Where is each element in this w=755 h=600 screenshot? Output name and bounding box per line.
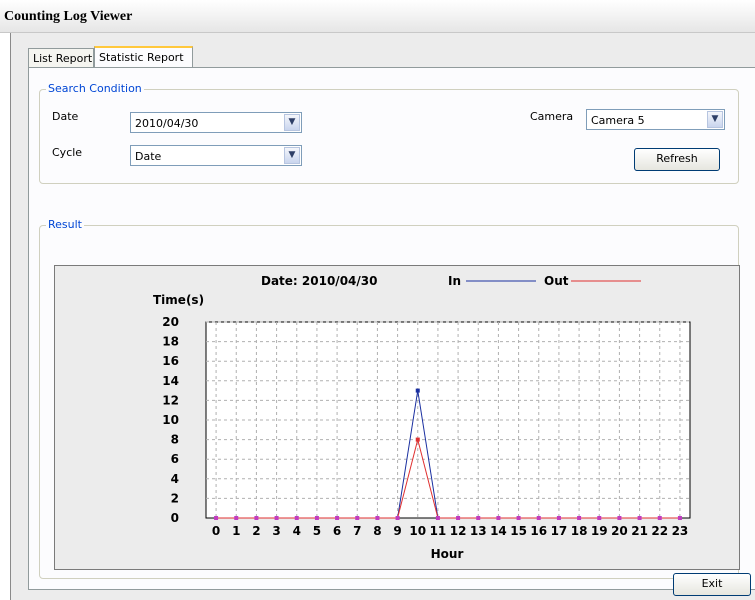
- chevron-down-icon[interactable]: ▼: [707, 111, 723, 128]
- data-point: [375, 516, 380, 520]
- y-tick-label: 8: [171, 433, 179, 447]
- date-dropdown[interactable]: 2010/04/30 ▼: [130, 112, 302, 133]
- chevron-down-icon[interactable]: ▼: [284, 114, 300, 131]
- x-tick-label: 4: [293, 524, 301, 538]
- tab-panel: Search Condition Date 2010/04/30 ▼ Cycle…: [28, 67, 755, 590]
- data-point: [597, 516, 602, 520]
- x-tick-label: 13: [470, 524, 487, 538]
- x-tick-label: 9: [393, 524, 401, 538]
- tab-label: List Report: [33, 52, 93, 65]
- camera-label: Camera: [530, 110, 574, 123]
- main-window: List Report Statistic Report Search Cond…: [10, 33, 755, 600]
- y-tick-label: 2: [171, 491, 179, 505]
- data-point: [577, 516, 582, 520]
- data-point: [476, 516, 481, 520]
- x-tick-label: 23: [672, 524, 689, 538]
- y-tick-label: 0: [171, 511, 179, 525]
- refresh-button[interactable]: Refresh: [634, 148, 720, 171]
- data-point: [355, 516, 360, 520]
- data-point: [496, 516, 501, 520]
- legend-label: Out: [544, 274, 569, 288]
- exit-button[interactable]: Exit: [673, 573, 751, 596]
- camera-dropdown[interactable]: Camera 5 ▼: [586, 109, 725, 130]
- data-point: [395, 516, 400, 520]
- y-tick-label: 18: [162, 335, 179, 349]
- y-tick-label: 20: [162, 315, 179, 329]
- x-tick-label: 18: [571, 524, 588, 538]
- x-tick-label: 11: [430, 524, 447, 538]
- legend-label: In: [448, 274, 461, 288]
- cycle-dropdown[interactable]: Date ▼: [130, 145, 302, 166]
- data-point: [617, 516, 622, 520]
- data-point: [657, 516, 662, 520]
- x-tick-label: 12: [450, 524, 467, 538]
- y-tick-label: 4: [171, 472, 179, 486]
- group-label: Result: [46, 218, 84, 231]
- x-tick-label: 19: [591, 524, 608, 538]
- chart-title: Date: 2010/04/30: [261, 274, 377, 288]
- result-group: Result 0 2 4 6 8 10 12 14 16 18 20 0 1 2 3 4 5 6 7 8 9 10 11 12…: [39, 218, 740, 579]
- data-point: [214, 516, 219, 520]
- data-point: [335, 516, 340, 520]
- x-tick-label: 3: [272, 524, 280, 538]
- tab-statistic-report[interactable]: Statistic Report: [94, 46, 193, 68]
- date-value: 2010/04/30: [135, 117, 199, 130]
- x-tick-label: 8: [373, 524, 381, 538]
- x-tick-label: 15: [510, 524, 527, 538]
- x-axis-label: Hour: [431, 547, 464, 561]
- x-tick-label: 5: [313, 524, 321, 538]
- line-chart: 024681012141618200 1 2 3 4 5 6 7 8 9 10 11 12 13 14 15 1…: [153, 274, 691, 561]
- x-tick-label: 6: [333, 524, 341, 538]
- data-point: [536, 516, 541, 520]
- data-point: [556, 516, 561, 520]
- x-tick-label: 16: [530, 524, 547, 538]
- tab-list-report[interactable]: List Report: [28, 48, 94, 67]
- x-tick-label: 21: [631, 524, 648, 538]
- data-point: [456, 516, 461, 520]
- x-tick-label: 7: [353, 524, 361, 538]
- data-point: [234, 516, 239, 520]
- chevron-down-icon[interactable]: ▼: [284, 147, 300, 164]
- y-tick-label: 12: [162, 393, 179, 407]
- y-axis-label: Time(s): [153, 293, 204, 307]
- y-tick-label: 10: [162, 413, 179, 427]
- y-tick-label: 16: [162, 354, 179, 368]
- cycle-label: Cycle: [52, 146, 83, 159]
- x-tick-label: 2: [252, 524, 260, 538]
- data-point: [415, 388, 420, 393]
- camera-value: Camera 5: [591, 114, 645, 127]
- title-bar: Counting Log Viewer: [0, 0, 755, 33]
- cycle-value: Date: [135, 150, 162, 163]
- x-tick-label: 20: [611, 524, 628, 538]
- data-point: [677, 516, 682, 520]
- x-tick-label: 0: [212, 524, 220, 538]
- data-point: [314, 516, 319, 520]
- x-tick-label: 14: [490, 524, 507, 538]
- data-point: [254, 516, 259, 520]
- x-tick-label: 10: [409, 524, 426, 538]
- x-tick-label: 17: [551, 524, 568, 538]
- data-point: [516, 516, 521, 520]
- x-tick-label: 1: [232, 524, 240, 538]
- y-tick-label: 6: [171, 452, 179, 466]
- y-tick-label: 14: [162, 374, 179, 388]
- data-point: [415, 437, 420, 442]
- chart-area: 0 2 4 6 8 10 12 14 16 18 20 0 1 2 3 4 5 6 7 8 9 10 11 12 13 14 15 1…: [54, 265, 740, 570]
- window-title: Counting Log Viewer: [4, 9, 133, 24]
- search-condition-group: Search Condition Date 2010/04/30 ▼ Cycle…: [39, 82, 739, 184]
- group-label: Search Condition: [46, 82, 144, 95]
- data-point: [435, 516, 440, 520]
- data-point: [294, 516, 299, 520]
- data-point: [637, 516, 642, 520]
- x-tick-label: 22: [651, 524, 668, 538]
- data-point: [274, 516, 279, 520]
- tab-label: Statistic Report: [99, 51, 184, 64]
- date-label: Date: [52, 110, 79, 123]
